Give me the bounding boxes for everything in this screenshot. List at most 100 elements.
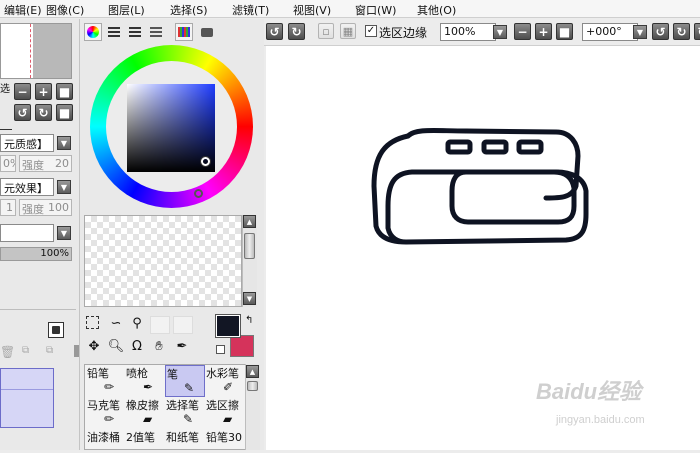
menu-window[interactable]: 窗口(W) [355, 2, 396, 18]
brush-label: 油漆桶 [87, 431, 120, 444]
brush-marker[interactable]: 马克笔 ✏︎ [86, 397, 126, 429]
zoom-in-button[interactable]: + [35, 83, 52, 100]
menu-view[interactable]: 视图(V) [293, 2, 331, 18]
blend-mode-dropdown-arrow[interactable]: ▼ [57, 226, 71, 240]
watercolor-icon: ✐ [223, 380, 234, 394]
move-icon[interactable]: ✥ [85, 337, 103, 355]
effect-dropdown-arrow[interactable]: ▼ [57, 180, 71, 194]
brush-pencil[interactable]: 铅笔 ✏︎ [86, 365, 126, 397]
selection-edge-checkbox[interactable]: ✓ [365, 25, 377, 37]
device-button-3 [516, 139, 544, 155]
brush-label: 铅笔 [87, 367, 109, 380]
brush-pencil30[interactable]: 铅笔30 [205, 429, 245, 450]
brush-pen[interactable]: 笔 ✎ [165, 365, 205, 397]
brush-eraser[interactable]: 橡皮擦 ▰ [125, 397, 165, 429]
zoom-combo[interactable]: 100% [440, 23, 496, 41]
menu-edit[interactable]: 编辑(E) [4, 2, 42, 18]
left-panel-scroll-handle[interactable] [74, 345, 79, 357]
color-wheel-tab-icon[interactable] [84, 23, 102, 41]
texture-combo[interactable]: 元质感】 [0, 134, 54, 152]
swatch-tab-icon[interactable] [175, 23, 193, 41]
brush-scrollbar[interactable]: ▲ [245, 364, 260, 450]
rotate-icon[interactable]: Ω [128, 337, 146, 355]
zoom-reset-button[interactable]: ■ [556, 23, 573, 40]
zoom-in-button[interactable]: + [535, 23, 552, 40]
menu-other[interactable]: 其他(O) [417, 2, 456, 18]
color-swatch-area[interactable] [84, 215, 242, 307]
menu-layer[interactable]: 图层(L) [108, 2, 145, 18]
left-panel: 选 − + ■ ↺ ↻ ■ 元质感】 ▼ 0% 强度 20 元效果】 ▼ 1 强… [0, 19, 80, 450]
navigator-preview[interactable] [0, 23, 72, 79]
trash-icon[interactable]: 🗑 [0, 345, 15, 359]
hue-picker-handle[interactable] [194, 189, 203, 198]
side-label: 选 [0, 84, 10, 95]
rgb-slider-tab-icon[interactable] [105, 23, 123, 41]
brush-washi[interactable]: 和纸笔 [165, 429, 205, 450]
effect-strength-field[interactable]: 强度 100 [19, 199, 72, 216]
lasso-icon[interactable]: ∽ [107, 314, 125, 332]
reset-colors-icon[interactable] [216, 345, 225, 354]
zoom-reset-button[interactable]: ■ [56, 83, 73, 100]
effect-combo[interactable]: 元效果】 [0, 178, 54, 196]
texture-strength-field[interactable]: 强度 20 [19, 155, 72, 172]
airbrush-icon: ✒︎ [143, 380, 154, 394]
canvas-toolbar: ↺ ↻ ▫ ▦ ✓ 选区边缘 100% ▼ − + ■ +000° ▼ ↺ ↻ … [264, 18, 700, 46]
layer-copy-icon[interactable]: ⧉ [22, 345, 38, 359]
device-button-2 [481, 139, 509, 155]
menu-image[interactable]: 图像(C) [46, 2, 84, 18]
brush-binary-pen[interactable]: 2值笔 [125, 429, 165, 450]
zoom-out-button[interactable]: − [14, 83, 31, 100]
rect-select-icon[interactable] [86, 316, 99, 329]
rotate-left-button[interactable]: ↺ [652, 23, 669, 40]
zoom-out-button[interactable]: − [514, 23, 531, 40]
foreground-color-swatch[interactable] [215, 314, 241, 338]
rotate-right-button[interactable]: ↻ [35, 104, 52, 121]
empty-tool-slot [173, 316, 193, 334]
undo-button[interactable]: ↺ [266, 23, 283, 40]
drawing-canvas[interactable]: Baidu经验 jingyan.baidu.com [266, 46, 700, 450]
redo-button[interactable]: ↻ [288, 23, 305, 40]
blend-mode-combo[interactable] [0, 224, 54, 242]
brush-watercolor[interactable]: 水彩笔 ✐ [205, 365, 245, 397]
menu-filter[interactable]: 滤镜(T) [232, 2, 269, 18]
hsv-slider-tab-icon[interactable] [126, 23, 144, 41]
texture-strength-value: 20 [55, 157, 69, 170]
eyedropper-icon[interactable]: ✒︎ [173, 337, 191, 355]
brush-airbrush[interactable]: 喷枪 ✒︎ [125, 365, 165, 397]
rotate-right-button[interactable]: ↻ [673, 23, 690, 40]
brush-bucket[interactable]: 油漆桶 [86, 429, 126, 450]
device-outer-body [371, 133, 589, 245]
menu-select[interactable]: 选择(S) [170, 2, 208, 18]
brush-label: 和纸笔 [166, 431, 199, 444]
zoom-dropdown-arrow[interactable]: ▼ [493, 25, 507, 39]
rotation-dropdown-arrow[interactable]: ▼ [633, 25, 647, 39]
watermark-url: jingyan.baidu.com [556, 414, 645, 426]
hand-icon[interactable]: ✋︎ [150, 337, 168, 355]
layer-merge-icon[interactable]: ⧉ [46, 345, 62, 359]
opacity-slider[interactable]: 100% [0, 247, 72, 261]
selection-edge-label: 选区边缘 [379, 26, 428, 40]
rotation-combo[interactable]: +000° [582, 23, 638, 41]
texture-dropdown-arrow[interactable]: ▼ [57, 136, 71, 150]
background-color-swatch[interactable] [230, 335, 254, 357]
baidu-watermark: Baidu经验 [536, 374, 641, 406]
layer-item-selected[interactable] [0, 368, 54, 428]
scratchpad-tab-icon[interactable] [198, 23, 216, 41]
deselect-button[interactable]: ▫ [318, 23, 334, 39]
brush-select-eraser[interactable]: 选区擦 ▰ [205, 397, 245, 429]
sv-picker-handle[interactable] [201, 157, 210, 166]
mixer-tab-icon[interactable] [147, 23, 165, 41]
brush-select-pen[interactable]: 选择笔 ✎ [165, 397, 205, 429]
magic-wand-icon[interactable]: ⚲ [128, 314, 146, 332]
invert-selection-button[interactable]: ▦ [340, 23, 356, 39]
zoom-value: 100% [444, 25, 476, 38]
rotate-reset-button[interactable]: ■ [56, 104, 73, 121]
rotate-reset-button[interactable]: ↻ [694, 23, 700, 40]
swap-colors-icon[interactable]: ↰ [245, 315, 253, 326]
zoom-icon[interactable]: 🔍︎ [107, 337, 125, 355]
brush-label: 笔 [167, 368, 178, 381]
rotate-left-button[interactable]: ↺ [14, 104, 31, 121]
layer-mask-icon[interactable] [48, 322, 64, 338]
swatch-scrollbar[interactable]: ▲ ▼ [242, 215, 257, 307]
pen-icon: ✎ [184, 381, 195, 395]
